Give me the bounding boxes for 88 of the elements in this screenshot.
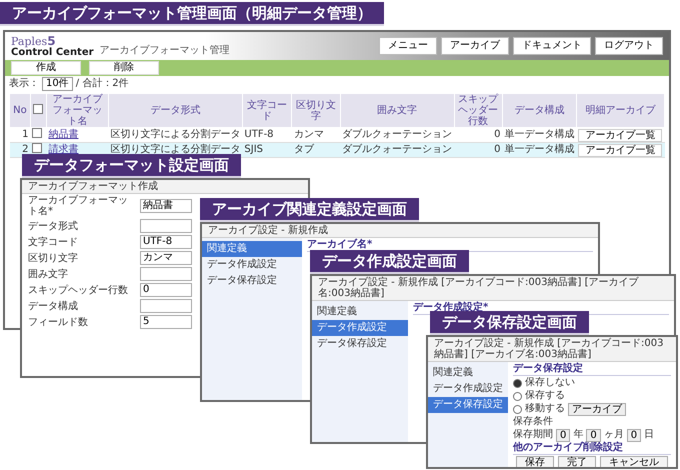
- sidebar-item[interactable]: データ作成設定: [312, 320, 408, 336]
- checkbox[interactable]: [32, 128, 42, 138]
- unit-label: 日: [644, 429, 654, 441]
- input-field[interactable]: [140, 299, 192, 313]
- app-name: Control Center: [11, 47, 94, 58]
- menu-button[interactable]: メニュー: [379, 37, 437, 55]
- radio-button[interactable]: [513, 378, 522, 388]
- dialog-title: アーカイブ設定 - 新規作成 [アーカイブコード:003納品書] [アーカイブ名:003納品書]: [428, 337, 676, 362]
- column-header: 囲み文字: [340, 94, 454, 128]
- input-field[interactable]: カンマ: [140, 251, 192, 265]
- sidebar-item[interactable]: データ作成設定: [202, 257, 302, 273]
- menu-button[interactable]: ドキュメント: [513, 37, 591, 55]
- menu-button[interactable]: ログアウト: [595, 37, 663, 55]
- input-field[interactable]: [140, 267, 192, 281]
- sidebar-item[interactable]: データ作成設定: [428, 381, 508, 397]
- option-label: 保存しない: [525, 377, 575, 389]
- field-label: アーカイブフォーマット名*: [28, 195, 129, 217]
- table-cell: SJIS: [242, 142, 292, 158]
- banner-title: データ作成設定画面: [310, 250, 469, 274]
- field-label: データ構成: [28, 300, 79, 312]
- archive-list-button[interactable]: アーカイブ一覧: [578, 144, 662, 156]
- table-cell: タブ: [292, 142, 340, 158]
- field-label: 囲み文字: [28, 268, 69, 280]
- sidebar-item[interactable]: 関連定義: [428, 365, 508, 381]
- input-field[interactable]: 5: [140, 315, 192, 329]
- number-field[interactable]: 0: [556, 428, 570, 442]
- dialog-title: アーカイブ設定 - 新規作成 [アーカイブコード:003納品書] [アーカイブ名:003納品書]: [312, 276, 674, 301]
- format-link[interactable]: 納品書: [48, 129, 78, 140]
- banner-title: データフォーマット設定画面: [22, 154, 241, 178]
- action-button[interactable]: 作成: [11, 61, 81, 75]
- radio-button[interactable]: [513, 404, 522, 414]
- checkbox[interactable]: [33, 104, 44, 114]
- sidebar-item[interactable]: 関連定義: [202, 241, 302, 257]
- dialog-button[interactable]: 保存: [516, 456, 554, 467]
- format-link[interactable]: 請求書: [48, 144, 78, 155]
- input-field[interactable]: 0: [140, 283, 192, 297]
- target-select[interactable]: アーカイブ: [568, 402, 626, 416]
- banner-title: アーカイブフォーマット管理画面（明細データ管理）: [0, 2, 384, 26]
- sidebar-item[interactable]: データ保存設定: [312, 336, 408, 352]
- table-cell: ダブルクォーテーション: [340, 142, 454, 158]
- logo-text: Paples: [11, 35, 48, 48]
- action-button[interactable]: 削除: [89, 61, 159, 75]
- field-label: 区切り文字: [28, 252, 79, 264]
- section-heading: 他のアーカイブ削除設定: [513, 442, 671, 455]
- column-header: データ形式: [108, 94, 242, 128]
- sidebar-item[interactable]: データ保存設定: [428, 397, 508, 413]
- field-label: フィールド数: [28, 316, 89, 328]
- number-field[interactable]: 0: [586, 428, 601, 442]
- condition-label: 保存条件: [513, 416, 554, 428]
- menu-button[interactable]: アーカイブ: [441, 37, 509, 55]
- field-label: 文字コード: [28, 236, 79, 248]
- column-header: データ構成: [502, 94, 576, 128]
- total-count: / 合計：2件: [76, 78, 129, 90]
- column-header: 明細アーカイブ: [576, 94, 664, 128]
- column-header: スキップヘッダー行数: [454, 94, 502, 128]
- column-header: 区切り文字: [292, 94, 340, 128]
- input-field[interactable]: 納品書: [140, 199, 192, 213]
- dialog-button[interactable]: キャンセル: [600, 456, 668, 467]
- field-label: データ形式: [28, 220, 79, 232]
- table-cell: 0: [454, 142, 502, 158]
- logo-number: 5: [47, 34, 56, 48]
- period-label: 保存期間: [513, 429, 553, 441]
- dialog-title: アーカイブフォーマット作成: [22, 180, 308, 194]
- dialog-button[interactable]: 完了: [558, 456, 596, 467]
- table-cell: 単一データ構成: [502, 142, 576, 158]
- dialog-title: アーカイブ設定 - 新規作成: [202, 224, 598, 238]
- field-label: スキップヘッダー行数: [28, 284, 129, 296]
- option-label: 保存する: [525, 390, 565, 402]
- column-header: No: [10, 94, 30, 128]
- column-header: 文字コード: [242, 94, 292, 128]
- radio-button[interactable]: [513, 392, 522, 400]
- unit-label: ヶ月: [604, 429, 624, 441]
- column-header: アーカイブフォーマット名: [46, 94, 108, 128]
- input-field[interactable]: UTF-8: [140, 235, 192, 249]
- option-label: 移動する: [525, 403, 565, 415]
- banner-title: データ保存設定画面: [430, 311, 589, 335]
- sidebar-item[interactable]: データ保存設定: [202, 273, 302, 289]
- checkbox[interactable]: [32, 143, 42, 153]
- page-size-select[interactable]: 10件: [42, 77, 73, 91]
- sidebar-item[interactable]: 関連定義: [312, 304, 408, 320]
- archive-list-button[interactable]: アーカイブ一覧: [578, 128, 662, 142]
- page-title: アーカイブフォーマット管理: [100, 44, 230, 58]
- unit-label: 年: [573, 429, 584, 441]
- display-label: 表示：: [9, 78, 39, 90]
- section-heading: データ保存設定: [513, 363, 671, 376]
- number-field[interactable]: 0: [626, 428, 642, 442]
- banner-title: アーカイブ関連定義設定画面: [200, 198, 419, 222]
- input-field[interactable]: [140, 219, 192, 233]
